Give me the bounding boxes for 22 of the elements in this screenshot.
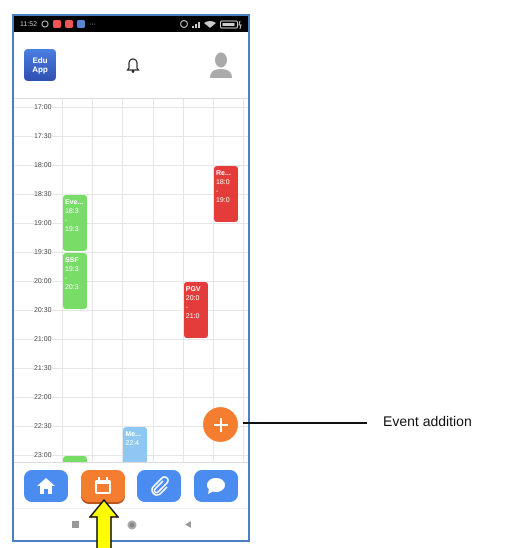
home-circle-icon[interactable] [126, 520, 136, 530]
back-icon[interactable] [184, 521, 190, 528]
wifi-icon [204, 20, 216, 28]
battery-icon [220, 20, 242, 28]
app-logo[interactable]: Edu App [24, 49, 56, 81]
recents-icon[interactable] [72, 521, 78, 528]
nav-button[interactable] [24, 470, 68, 502]
avatar-icon[interactable] [210, 52, 232, 78]
nav-button[interactable] [194, 470, 238, 502]
calendar-icon [92, 476, 113, 496]
circle-status-icon [180, 20, 188, 28]
nav-button[interactable] [80, 470, 125, 502]
plus-icon [212, 416, 228, 432]
bell-icon[interactable] [126, 57, 140, 73]
nav-button[interactable] [137, 470, 182, 502]
home-icon [36, 476, 56, 496]
signal-icon [192, 20, 200, 28]
chat-bubble-icon [206, 476, 226, 496]
arrow-icon [89, 499, 119, 548]
paperclip-icon [149, 476, 170, 496]
add-button[interactable] [203, 407, 238, 442]
annotation-label: Event addition [383, 413, 472, 429]
